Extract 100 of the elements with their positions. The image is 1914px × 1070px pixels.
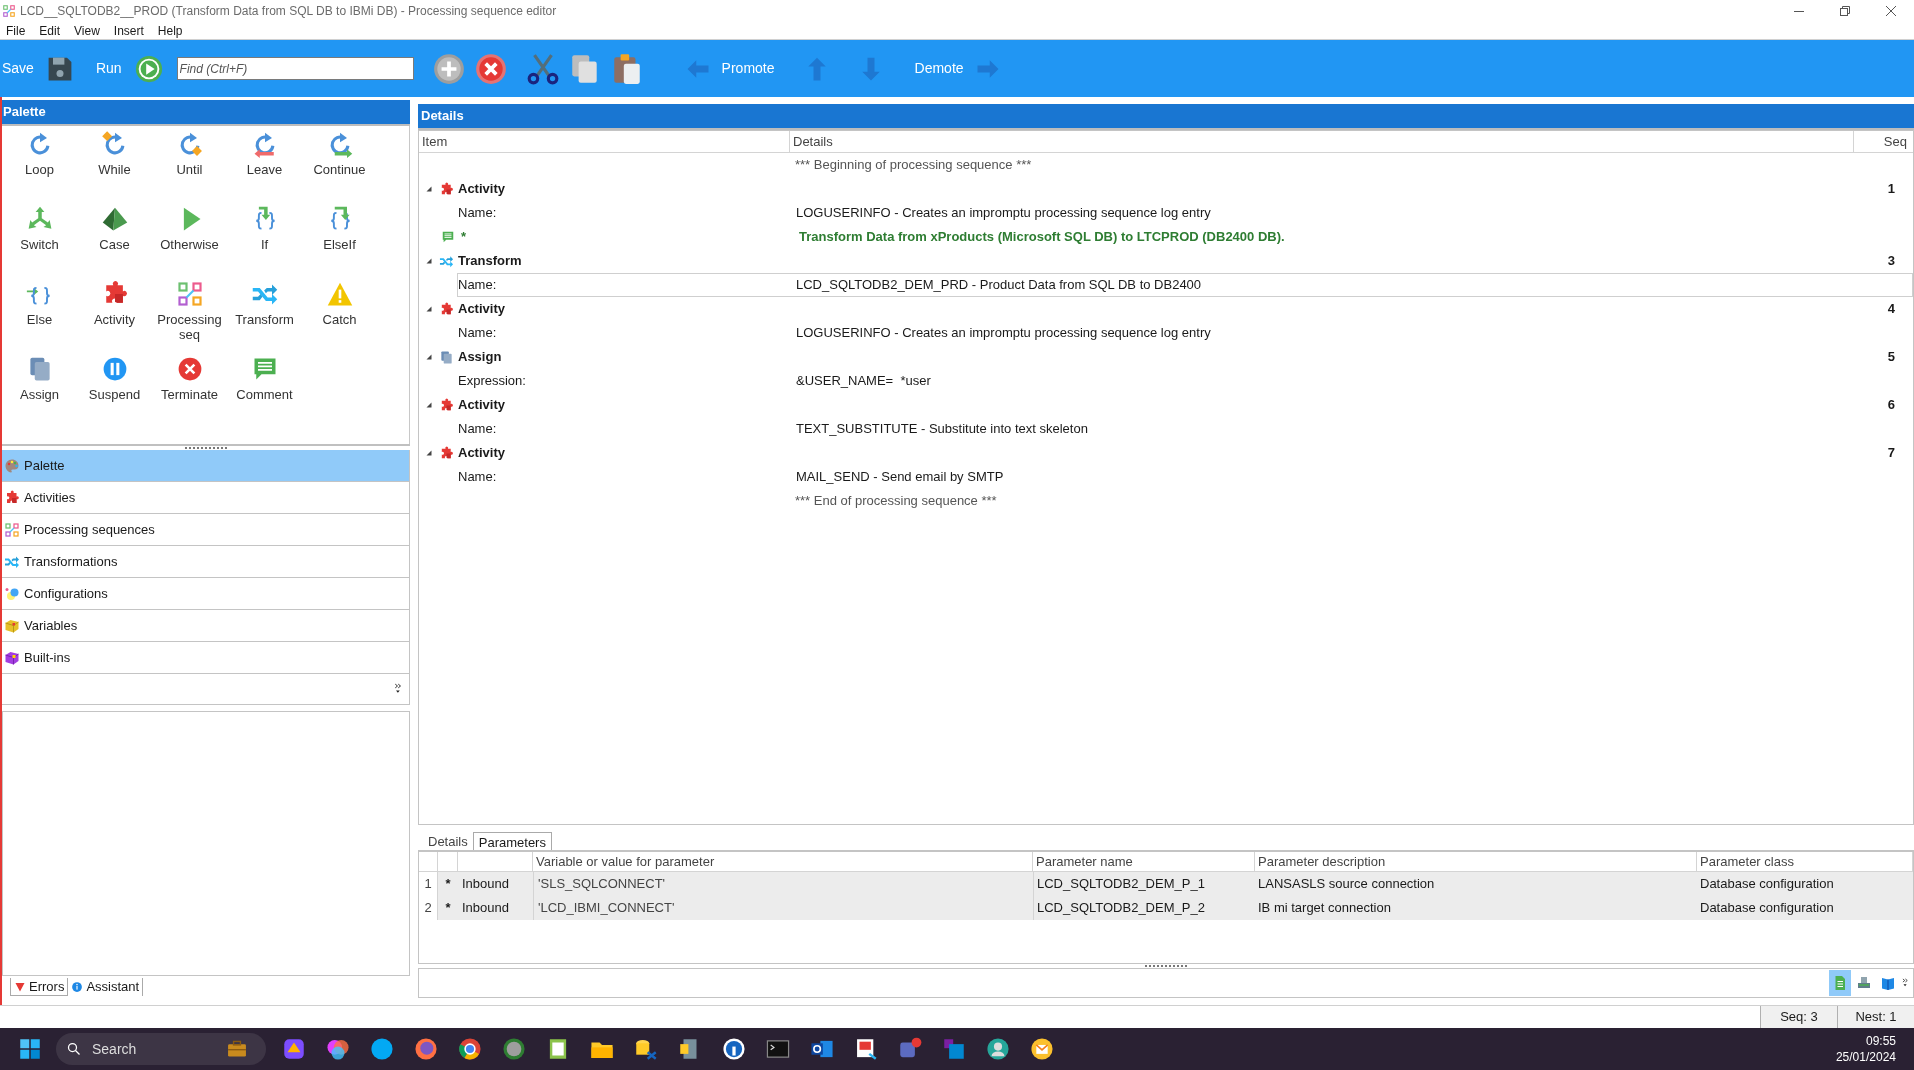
tree-row[interactable]: Name: LOGUSERINFO - Creates an impromptu processing sequence log entry (457, 201, 1913, 225)
tree-row[interactable]: Name: LOGUSERINFO - Creates an impromptu processing sequence log entry (457, 321, 1913, 345)
tool-button[interactable]: Processing seq (152, 276, 227, 351)
navigator-item[interactable]: Configurations (2, 578, 410, 610)
property-value: LOGUSERINFO - Creates an impromptu processing sequence log entry (795, 324, 1212, 343)
tool-button[interactable]: Switch (2, 201, 77, 276)
speech-bubble-icon (441, 230, 455, 244)
tool-button[interactable]: Until (152, 126, 227, 201)
cut-button[interactable] (525, 51, 560, 86)
expand-toggle-icon[interactable] (425, 449, 433, 457)
panel-tab[interactable]: Details (423, 832, 473, 850)
tool-button[interactable]: Loop (2, 126, 77, 201)
menu-item[interactable]: View (74, 21, 100, 40)
property-label: Expression: (458, 372, 527, 391)
tool-button[interactable]: Suspend (77, 351, 152, 426)
delete-button[interactable] (473, 51, 508, 86)
app-logo-icon (2, 4, 16, 18)
taskbar-search-box[interactable]: Search (56, 1033, 266, 1065)
clock-time: 09:55 (1865, 1033, 1896, 1049)
seq-number: 5 (1886, 348, 1896, 367)
property-value: LOGUSERINFO - Creates an impromptu processing sequence log entry (795, 204, 1212, 223)
panel-tab[interactable]: Parameters (472, 832, 552, 850)
expand-toggle-icon[interactable] (425, 353, 433, 361)
browser-icon (413, 1036, 439, 1062)
table-cell: Database configuration (1697, 896, 1913, 920)
tool-button[interactable]: Otherwise (152, 201, 227, 276)
navigator-item[interactable]: Activities (2, 482, 410, 514)
navigator-item[interactable]: Palette (2, 450, 410, 482)
column-header[interactable]: Variable or value for parameter (533, 852, 1033, 872)
tool-button[interactable]: Activity (77, 276, 152, 351)
tool-button[interactable]: Assign (2, 351, 77, 426)
puzzle-icon (439, 445, 454, 461)
clock-date: 25/01/2024 (1835, 1049, 1896, 1065)
column-header[interactable]: Item (419, 131, 790, 152)
linked-squares-icon (4, 521, 20, 538)
navigator-item[interactable]: Variables (2, 610, 410, 642)
expand-toggle-icon[interactable] (425, 401, 433, 409)
cross-circle-icon (473, 51, 508, 86)
table-cell: LCD_SQLTODB2_DEM_P_1 (1033, 872, 1255, 896)
expand-toggle-icon[interactable] (425, 305, 433, 313)
play-icon (133, 53, 164, 84)
column-header[interactable]: Details (790, 131, 1854, 152)
navigator-label: Transformations (24, 552, 118, 571)
menu-item[interactable]: Insert (113, 21, 144, 40)
panel-tab[interactable]: Assistant (68, 978, 144, 996)
tray-icon (1856, 975, 1872, 991)
expand-toggle-icon[interactable] (425, 257, 433, 265)
navigator-item[interactable]: Built-ins (2, 642, 410, 674)
tool-button[interactable]: Case (77, 201, 152, 276)
tool-button[interactable]: While (77, 126, 152, 201)
menu-item[interactable]: Edit (39, 21, 61, 40)
tool-button[interactable]: Else (2, 276, 77, 351)
tree-row[interactable]: Name: MAIL_SEND - Send email by SMTP (457, 465, 1913, 489)
column-header[interactable]: Seq (1854, 131, 1913, 152)
navigator-item[interactable]: Transformations (2, 546, 410, 578)
tree-row[interactable]: Name: LCD_SQLTODB2_DEM_PRD - Product Data from SQL DB to DB2400 (457, 273, 1913, 297)
tool-button[interactable]: Transform (227, 276, 302, 351)
column-header[interactable]: Parameter class (1697, 852, 1913, 872)
sequence-marker-text: *** End of processing sequence *** (794, 492, 998, 511)
browser-icon (457, 1036, 483, 1062)
status-field: Seq: 3 (1760, 1006, 1838, 1028)
avatar-icon (501, 1036, 527, 1062)
menu-item[interactable]: File (6, 21, 26, 40)
property-label: Name: (458, 204, 498, 223)
search-placeholder: Search (92, 1039, 137, 1059)
row-marker: * (438, 872, 458, 896)
expand-toggle-icon[interactable] (425, 185, 433, 193)
tool-button[interactable]: ElseIf (302, 201, 377, 276)
tool-button[interactable]: Comment (227, 351, 302, 426)
table-cell: LCD_SQLTODB2_DEM_P_2 (1033, 896, 1255, 920)
plus-circle-icon (431, 51, 466, 86)
navigator-item[interactable]: Processing sequences (2, 514, 410, 546)
find-field[interactable]: Find (Ctrl+F) (176, 57, 414, 80)
tool-button[interactable]: Catch (302, 276, 377, 351)
linked-squares-icon (175, 280, 204, 308)
table-cell: Inbound (458, 872, 533, 896)
overflow-chevron-icon[interactable] (1901, 978, 1911, 988)
navigator-label: Processing sequences (24, 520, 155, 539)
column-header[interactable]: Parameter description (1255, 852, 1697, 872)
item-label: Activity (458, 300, 505, 319)
row-marker: * (438, 896, 458, 920)
property-label: Name: (458, 276, 498, 295)
property-value: &USER_NAME= *user (795, 372, 932, 391)
splitter-handle[interactable] (1145, 965, 1187, 967)
tool-button[interactable]: Leave (227, 126, 302, 201)
seq-number: 4 (1886, 300, 1896, 319)
tree-row[interactable]: Expression: &USER_NAME= *user (457, 369, 1913, 393)
column-header[interactable]: Parameter name (1033, 852, 1255, 872)
item-label: Activity (458, 396, 505, 415)
property-label: Name: (458, 468, 498, 487)
tool-button[interactable]: If (227, 201, 302, 276)
search-icon (66, 1041, 82, 1057)
menu-item[interactable]: Help (157, 21, 183, 40)
add-button[interactable] (431, 51, 466, 86)
tree-row[interactable]: Name: TEXT_SUBSTITUTE - Substitute into text skeleton (457, 417, 1913, 441)
tool-button[interactable]: Terminate (152, 351, 227, 426)
tool-button[interactable]: Continue (302, 126, 377, 201)
panel-tab[interactable]: Errors (10, 978, 69, 996)
start-button[interactable] (18, 1037, 42, 1061)
navigator-label: Activities (24, 488, 76, 507)
